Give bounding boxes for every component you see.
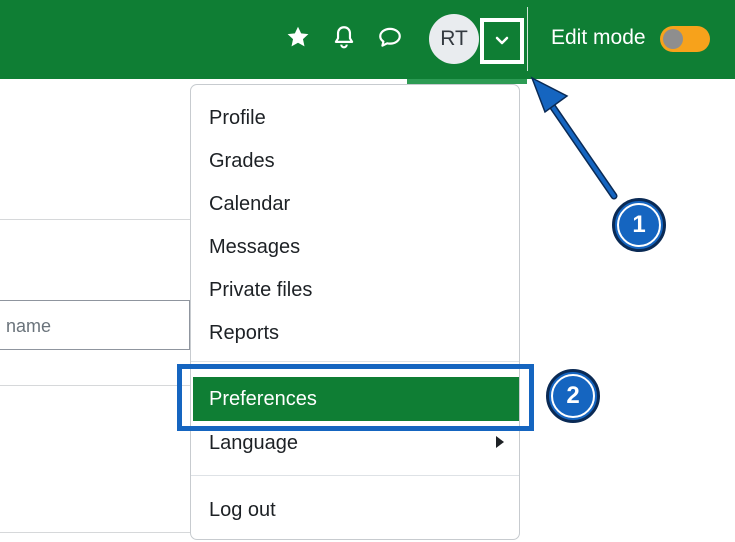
menu-item-grades[interactable]: Grades (209, 148, 275, 174)
divider (0, 532, 190, 533)
menu-item-logout[interactable]: Log out (209, 497, 276, 523)
menu-item-calendar[interactable]: Calendar (209, 191, 290, 217)
edit-mode-label: Edit mode (551, 26, 646, 49)
menu-item-private-files[interactable]: Private files (209, 277, 312, 303)
menu-item-reports[interactable]: Reports (209, 320, 279, 346)
step-badge-2: 2 (546, 369, 600, 423)
edit-mode-toggle[interactable] (660, 26, 710, 52)
chevron-down-icon (495, 36, 509, 45)
divider (0, 385, 190, 386)
divider (0, 219, 190, 220)
caret-right-icon (496, 436, 504, 448)
menu-item-language[interactable]: Language (209, 430, 298, 456)
callout-highlight-preferences (177, 364, 534, 431)
name-input[interactable]: name (0, 300, 190, 350)
user-menu-dropdown: Profile Grades Calendar Messages Private… (190, 84, 520, 540)
avatar-initials: RT (440, 27, 468, 50)
top-navbar: RT Edit mode (0, 0, 735, 79)
toggle-knob (663, 29, 683, 49)
navbar-divider (527, 7, 528, 71)
menu-separator (191, 361, 519, 362)
chat-bubble-icon[interactable] (377, 24, 403, 50)
name-input-placeholder: name (6, 316, 52, 336)
step-badge-1: 1 (612, 198, 666, 252)
avatar[interactable]: RT (429, 14, 479, 64)
menu-item-messages[interactable]: Messages (209, 234, 300, 260)
menu-item-profile[interactable]: Profile (209, 105, 266, 131)
star-icon[interactable] (285, 24, 311, 50)
menu-separator (191, 475, 519, 476)
user-menu-toggle-button[interactable] (480, 18, 524, 64)
bell-icon[interactable] (331, 24, 357, 50)
